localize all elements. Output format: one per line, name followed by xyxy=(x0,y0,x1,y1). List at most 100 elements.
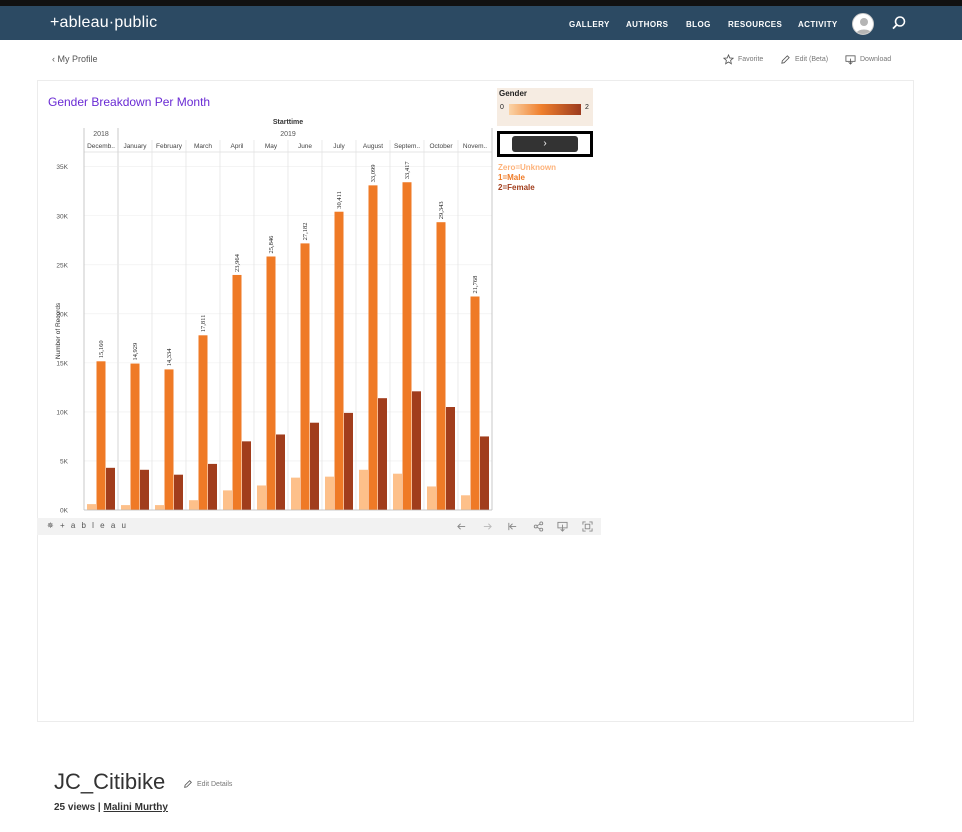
view-count: 25 views | xyxy=(54,802,101,813)
bar-female xyxy=(242,441,251,510)
search-icon[interactable] xyxy=(891,15,907,31)
tableau-brand[interactable]: ✵ + a b l e a u xyxy=(47,521,128,530)
bar-male xyxy=(334,211,344,511)
bar-male xyxy=(436,222,446,510)
bar-male xyxy=(232,274,242,510)
legend-note-unknown: Zero=Unknown xyxy=(498,163,557,172)
redo-icon[interactable] xyxy=(482,521,493,532)
y-axis-title: Number of Records xyxy=(55,302,62,359)
bar-unknown xyxy=(461,495,470,510)
bar-unknown xyxy=(427,486,436,510)
data-label: 25,846 xyxy=(268,235,275,254)
data-label: 15,160 xyxy=(98,340,105,358)
category-label: August xyxy=(363,143,383,150)
workbook-title: JC_Citibike xyxy=(54,769,166,794)
tableau-brand-label: + a b l e a u xyxy=(59,521,128,530)
data-label: 33,099 xyxy=(370,164,377,182)
data-label: 14,334 xyxy=(166,348,173,367)
edit-label: Edit (Beta) xyxy=(795,56,829,63)
y-tick-label: 25K xyxy=(56,262,68,269)
bar-unknown xyxy=(359,469,368,510)
data-label: 14,929 xyxy=(132,343,139,361)
pencil-icon xyxy=(184,780,192,788)
gender-legend: Gender 0 2 xyxy=(497,88,593,126)
next-page-button[interactable]: › xyxy=(497,131,593,157)
edit-details-button[interactable]: Edit Details xyxy=(183,779,232,789)
pencil-icon xyxy=(781,55,790,64)
bar-unknown xyxy=(121,505,130,510)
back-to-profile-link[interactable]: ‹ My Profile xyxy=(52,54,98,64)
viz-toolbar: ✵ + a b l e a u xyxy=(37,518,601,535)
gender-bar-chart[interactable]: Starttime2018 20190K5K10K15K20K25K30K35KN… xyxy=(40,110,500,515)
bar-female xyxy=(276,434,285,510)
download-button[interactable]: Download xyxy=(845,54,891,65)
download-label: Download xyxy=(860,56,892,63)
author-link[interactable]: Malini Murthy xyxy=(104,802,168,813)
data-label: 23,964 xyxy=(234,253,241,272)
undo-icon[interactable] xyxy=(456,521,467,532)
column-header: Starttime xyxy=(273,119,303,126)
revert-icon[interactable] xyxy=(507,521,518,532)
legend-min-label: 0 xyxy=(500,104,504,111)
nav-activity[interactable]: ACTIVITY xyxy=(798,20,838,29)
bar-female xyxy=(378,398,387,510)
bar-female xyxy=(310,422,319,510)
download-icon xyxy=(845,55,856,65)
data-label: 17,811 xyxy=(200,315,207,333)
bar-male xyxy=(198,335,208,510)
y-tick-label: 15K xyxy=(56,360,68,367)
user-icon xyxy=(856,18,872,34)
avatar[interactable] xyxy=(852,13,874,35)
bar-unknown xyxy=(87,504,96,510)
bar-unknown xyxy=(291,477,300,510)
bar-female xyxy=(174,474,183,510)
y-tick-label: 5K xyxy=(60,458,69,465)
bar-male xyxy=(96,361,106,510)
y-tick-label: 10K xyxy=(56,409,68,416)
favorite-button[interactable]: Favorite xyxy=(723,54,763,65)
category-label: May xyxy=(265,143,278,150)
legend-max-label: 2 xyxy=(585,104,589,111)
share-icon[interactable] xyxy=(533,521,544,532)
category-label: October xyxy=(429,143,453,150)
edit-button[interactable]: Edit (Beta) xyxy=(780,54,828,65)
nav-gallery[interactable]: GALLERY xyxy=(569,20,610,29)
data-label: 29,343 xyxy=(438,201,445,219)
chevron-right-icon: › xyxy=(512,136,578,152)
bar-male xyxy=(402,182,412,510)
bar-female xyxy=(140,469,149,510)
bar-male xyxy=(300,243,310,510)
legend-note-male: 1=Male xyxy=(498,173,525,182)
year-label: 2018 xyxy=(93,131,109,138)
bar-male xyxy=(266,256,276,510)
bar-male xyxy=(164,369,174,510)
nav-authors[interactable]: AUTHORS xyxy=(626,20,668,29)
navbar: +ableau·public GALLERY AUTHORS BLOG RESO… xyxy=(0,6,962,40)
data-label: 27,182 xyxy=(302,223,309,241)
bar-unknown xyxy=(189,500,198,510)
download-icon[interactable] xyxy=(557,521,568,532)
bar-unknown xyxy=(257,485,266,510)
category-label: January xyxy=(123,143,147,150)
bar-unknown xyxy=(223,490,232,510)
tableau-public-logo[interactable]: +ableau·public xyxy=(50,14,157,32)
category-label: February xyxy=(156,143,183,150)
fullscreen-icon[interactable] xyxy=(582,521,593,532)
bar-unknown xyxy=(325,476,334,510)
category-label: April xyxy=(230,143,244,150)
bar-female xyxy=(344,412,353,510)
data-label: 33,417 xyxy=(404,161,411,180)
nav-resources[interactable]: RESOURCES xyxy=(728,20,782,29)
legend-note-female: 2=Female xyxy=(498,183,535,192)
category-label: Septem.. xyxy=(394,143,420,150)
nav-blog[interactable]: BLOG xyxy=(686,20,711,29)
bar-female xyxy=(208,463,217,510)
bar-female xyxy=(412,391,421,510)
bar-female xyxy=(480,436,489,510)
data-label: 30,411 xyxy=(336,191,343,209)
viz-title: Gender Breakdown Per Month xyxy=(48,95,211,109)
category-label: March xyxy=(194,143,212,150)
bar-unknown xyxy=(393,473,402,510)
y-tick-label: 35K xyxy=(56,164,68,171)
category-label: Decemb.. xyxy=(87,143,115,150)
